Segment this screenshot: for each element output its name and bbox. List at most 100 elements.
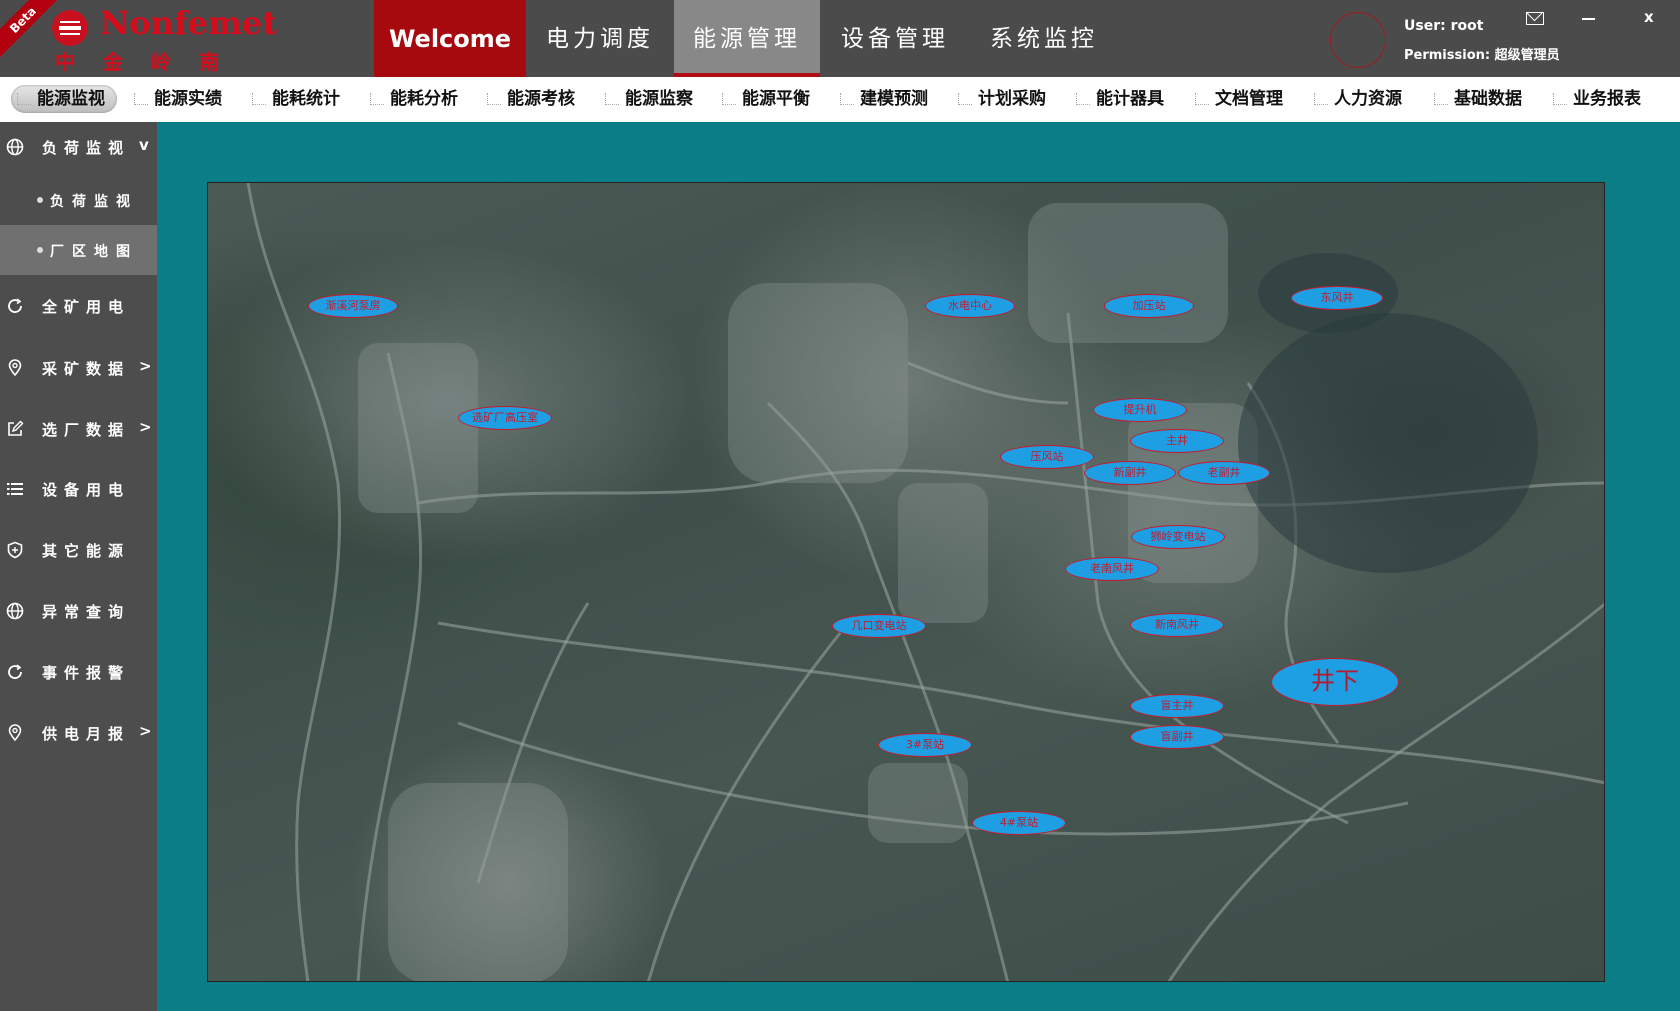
sidebar-item-label: 异常查询 [42,603,131,621]
sidebar-subitem-label: 负荷监视 [50,194,138,210]
user-info: User: root [1404,18,1483,34]
globe-icon [6,602,24,620]
map-marker-underground[interactable]: 井下 [1271,658,1399,706]
sidebar-item-mining-data[interactable]: 采矿数据 > [0,343,157,395]
toolbar-item-energy-inspection[interactable]: 能源监察 [605,85,693,113]
refresh-icon [8,298,22,313]
toolbar-item-label: 能源考核 [507,89,575,109]
nav-tab-energy-management[interactable]: 能源管理 [674,0,820,77]
map-marker[interactable]: 选矿厂高压室 [458,406,552,430]
plant-satellite-map[interactable]: 渐溪河泵房 水电中心 加压站 东风井 选矿厂高压室 提升机 主井 压风站 新副井… [207,182,1605,982]
toolbar-item-icon [958,93,972,105]
sidebar-item-label: 事件报警 [42,664,131,682]
toolbar-item-label: 人力资源 [1334,89,1402,109]
map-marker[interactable]: 压风站 [1000,445,1094,469]
chevron-right-icon: > [139,722,152,740]
map-marker[interactable]: 老副井 [1178,461,1270,485]
map-marker[interactable]: 狮岭变电站 [1131,525,1225,549]
map-marker[interactable]: 几口变电站 [832,614,926,638]
sidebar-subitem-label: 厂区地图 [50,244,138,260]
nav-tab-power-dispatch[interactable]: 电力调度 [526,0,674,77]
bullet-icon [37,247,43,253]
toolbar-item-label: 能耗分析 [390,89,458,109]
sidebar-item-equipment-electricity[interactable]: 设备用电 [0,464,157,516]
app-window: Beta Nonfemet 中金岭南 Welcome 电力调度 能源管理 设备管… [0,0,1680,1011]
toolbar-item-label: 业务报表 [1573,89,1641,109]
toolbar-item-business-reports[interactable]: 业务报表 [1553,85,1641,113]
toolbar-item-human-resources[interactable]: 人力资源 [1314,85,1402,113]
user-label: User: [1404,18,1446,34]
logo-text: Nonfemet [100,4,277,42]
toolbar-item-basic-data[interactable]: 基础数据 [1434,85,1522,113]
toolbar-item-plan-procurement[interactable]: 计划采购 [958,85,1046,113]
toolbar-item-document-management[interactable]: 文档管理 [1195,85,1283,113]
nav-tab-system-monitor[interactable]: 系统监控 [970,0,1118,77]
toolbar-item-icon [1553,93,1567,105]
toolbar-item-consumption-analysis[interactable]: 能耗分析 [370,85,458,113]
sidebar-item-label: 负荷监视 [42,139,131,157]
sidebar-item-label: 供电月报 [42,725,131,743]
map-marker[interactable]: 提升机 [1093,398,1187,422]
bullet-icon [37,197,43,203]
toolbar-item-energy-monitor[interactable]: 能源监视 [11,85,117,113]
map-marker[interactable]: 加压站 [1104,294,1194,318]
toolbar-item-metering-instruments[interactable]: 能计器具 [1076,85,1164,113]
toolbar-item-energy-performance[interactable]: 能源实绩 [134,85,222,113]
toolbar-item-icon [134,93,148,105]
shield-icon [7,541,23,559]
sidebar-item-label: 全矿用电 [42,298,131,316]
toolbar-item-icon [1434,93,1448,105]
avatar[interactable] [1330,12,1386,68]
sidebar-item-other-energy[interactable]: 其它能源 [0,525,157,577]
list-icon [7,483,23,495]
user-value: root [1450,18,1484,34]
module-toolbar: 能源监视 能源实绩 能耗统计 能耗分析 能源考核 能源监察 能源平衡 建模预测 … [0,77,1680,122]
map-marker[interactable]: 新副井 [1084,461,1176,485]
close-icon[interactable]: x [1644,8,1654,26]
map-marker[interactable]: 4#泵站 [972,811,1066,835]
sidebar-item-event-alarm[interactable]: 事件报警 [0,647,157,699]
toolbar-item-label: 能计器具 [1096,89,1164,109]
toolbar-item-icon [605,93,619,105]
map-marker[interactable]: 主井 [1130,429,1224,453]
chevron-right-icon: > [139,357,152,375]
sidebar-item-load-monitor[interactable]: 负荷监视 v [0,122,157,174]
sidebar-item-plant-data[interactable]: 选厂数据 > [0,404,157,456]
permission-value: 超级管理员 [1494,48,1560,63]
sidebar-subitem-plant-map[interactable]: 厂区地图 [0,225,157,275]
map-marker[interactable]: 渐溪河泵房 [308,294,398,318]
toolbar-item-energy-balance[interactable]: 能源平衡 [722,85,810,113]
sidebar-item-anomaly-query[interactable]: 异常查询 [0,586,157,638]
toolbar-item-label: 计划采购 [978,89,1046,109]
map-marker[interactable]: 3#泵站 [878,733,972,757]
map-roads-layer [246,183,1604,981]
toolbar-item-modeling-forecast[interactable]: 建模预测 [840,85,928,113]
toolbar-item-icon [1076,93,1090,105]
sidebar-item-mine-electricity[interactable]: 全矿用电 [0,281,157,333]
chevron-right-icon: > [139,418,152,436]
mail-icon[interactable] [1526,12,1544,25]
map-marker[interactable]: 盲主井 [1130,694,1224,718]
minimize-icon[interactable] [1582,18,1595,20]
map-marker[interactable]: 东风井 [1291,286,1383,310]
sidebar-item-monthly-power-report[interactable]: 供电月报 > [0,708,157,760]
logo-chinese-text: 中金岭南 [55,50,247,74]
toolbar-item-icon [1195,93,1209,105]
toolbar-item-label: 能源监察 [625,89,693,109]
sidebar-subitem-load-monitor[interactable]: 负荷监视 [0,175,157,225]
toolbar-item-consumption-stats[interactable]: 能耗统计 [252,85,340,113]
toolbar-item-energy-assessment[interactable]: 能源考核 [487,85,575,113]
nav-tab-welcome[interactable]: Welcome [374,0,526,77]
map-marker[interactable]: 新南风井 [1130,613,1224,637]
toolbar-item-label: 文档管理 [1215,89,1283,109]
toolbar-item-icon [17,93,31,105]
sidebar: 负荷监视 v 负荷监视 厂区地图 全矿用电 采矿数据 > 选厂数据 > 设备用电 [0,122,157,1011]
toolbar-item-icon [1314,93,1328,105]
map-marker[interactable]: 老南风井 [1065,557,1159,581]
map-marker[interactable]: 水电中心 [925,294,1015,318]
nav-tab-equipment-management[interactable]: 设备管理 [820,0,970,77]
toolbar-item-label: 建模预测 [860,89,928,109]
sidebar-item-label: 采矿数据 [42,360,131,378]
permission-info: Permission: 超级管理员 [1404,44,1560,63]
map-marker[interactable]: 盲副井 [1130,725,1224,749]
